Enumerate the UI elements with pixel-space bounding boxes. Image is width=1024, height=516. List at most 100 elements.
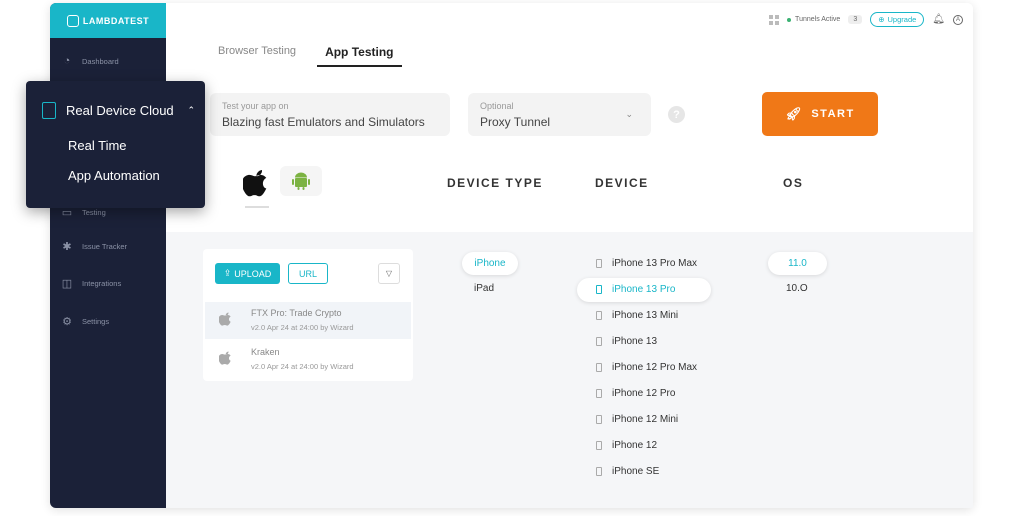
device-option[interactable]: iPhone 13 Mini [596,310,678,321]
chevron-up-icon[interactable]: ⌃ [187,105,195,116]
start-button[interactable]: 🚀︎ START [762,92,878,136]
sidebar-item-settings[interactable]: ⚙ Settings [60,315,110,328]
logo[interactable]: LAMBDATEST [50,3,166,38]
test-target-field[interactable]: Test your app on Blazing fast Emulators … [210,93,450,136]
tunnel-count-badge: 3 [848,15,863,24]
device-label: iPhone 13 [612,336,658,347]
device-label: iPhone 13 Mini [612,310,679,321]
menu-item-app-automation[interactable]: App Automation [68,168,160,183]
device-option[interactable]: iPhone 13 [596,336,657,347]
chevron-down-icon: ⌄ [625,109,633,119]
device-type-option-ipad[interactable]: iPad [474,283,494,294]
device-label: iPhone 12 Pro [612,388,676,399]
device-option-selected[interactable]: iPhone 13 Pro [596,284,675,295]
real-device-cloud-menu: Real Device Cloud ⌃ Real Time App Automa… [26,81,205,208]
upgrade-label: Upgrade [887,15,917,24]
os-header: OS [783,176,804,190]
device-option[interactable]: iPhone 12 Mini [596,414,678,425]
ios-tab-underline [245,206,269,208]
status-dot-icon [787,17,792,22]
integrations-icon: ◫ [61,277,73,290]
test-target-label: Test your app on [222,101,289,111]
lambdatest-logo-icon [66,14,79,27]
apple-icon [243,170,267,197]
apple-app-icon [218,349,233,371]
device-label: iPhone SE [612,466,660,477]
bug-icon: ✱ [62,240,72,253]
sidebar-item-label: Testing [82,207,106,217]
proxy-tunnel-label: Optional [480,101,514,111]
app-list-item[interactable]: FTX Pro: Trade Crypto v2.0 Apr 24 at 24:… [205,302,411,339]
proxy-tunnel-value: Proxy Tunnel [480,115,551,129]
gear-icon: ⚙ [62,315,72,328]
sidebar: LAMBDATEST ◔ Dashboard ▭ Testing ✱ Issue… [50,3,166,508]
test-target-value: Blazing fast Emulators and Simulators [222,115,425,129]
device-option[interactable]: iPhone 12 Pro Max [596,362,697,373]
upgrade-icon: ⊕ [878,15,885,24]
menu-title: Real Device Cloud [66,103,174,118]
app-name: FTX Pro: Trade Crypto [251,308,342,318]
upload-button[interactable]: ⇪ UPLOAD [215,263,280,284]
android-icon [292,172,310,190]
app-name: Kraken [251,347,280,357]
sidebar-item-label: Settings [82,316,110,326]
device-option[interactable]: iPhone SE [596,466,659,477]
phone-icon [596,441,602,450]
phone-icon [596,415,602,424]
device-option[interactable]: iPhone 12 [596,440,657,451]
proxy-tunnel-select[interactable]: Optional Proxy Tunnel ⌄ [468,93,651,136]
sidebar-item-label: Dashboard [82,56,119,66]
phone-icon [596,389,602,398]
tunnel-status-label: Tunnels Active [795,16,841,23]
help-icon[interactable]: ? [668,106,685,123]
bell-icon[interactable]: 🔔︎ [932,14,945,25]
upload-icon: ⇪ [223,268,232,278]
device-label: iPhone 13 Pro Max [612,258,698,269]
phone-icon [596,285,602,294]
app-meta: v2.0 Apr 24 at 24:00 by Wizard [251,323,354,332]
device-label: iPhone 12 [612,440,658,451]
sidebar-item-label: Issue Tracker [82,241,128,251]
apple-app-icon [218,310,233,332]
device-header: DEVICE [595,176,649,190]
filter-icon[interactable]: ▽ [378,263,400,284]
menu-item-real-time[interactable]: Real Time [68,138,127,153]
device-type-option-iphone[interactable]: iPhone [462,252,518,275]
app-list-item[interactable]: Kraken v2.0 Apr 24 at 24:00 by Wizard [205,341,411,378]
topbar: Tunnels Active 3 ⊕ Upgrade 🔔︎ A [166,3,973,38]
device-cloud-icon [42,102,56,119]
phone-icon [596,467,602,476]
device-label: iPhone 12 Mini [612,414,679,425]
phone-icon [596,259,602,268]
rocket-icon: 🚀︎ [785,106,804,121]
phone-icon [596,363,602,372]
upload-label: UPLOAD [234,268,272,279]
tab-bar: Browser Testing App Testing [218,45,402,67]
start-label: START [811,108,855,120]
gauge-icon: ◔ [63,55,71,67]
upgrade-button[interactable]: ⊕ Upgrade [870,12,925,27]
tab-app-testing[interactable]: App Testing [317,45,402,67]
sidebar-item-dashboard[interactable]: ◔ Dashboard [60,55,119,67]
sidebar-item-label: Integrations [82,278,122,288]
url-button[interactable]: URL [288,263,328,284]
os-option-selected[interactable]: 11.0 [768,252,827,275]
tunnel-status[interactable]: Tunnels Active [787,16,840,23]
user-avatar-icon[interactable]: A [953,14,963,25]
logo-text: LAMBDATEST [82,15,150,26]
device-type-header: DEVICE TYPE [447,176,543,190]
tab-browser-testing[interactable]: Browser Testing [218,45,296,67]
device-label: iPhone 12 Pro Max [612,362,698,373]
sidebar-item-integrations[interactable]: ◫ Integrations [60,277,122,290]
app-meta: v2.0 Apr 24 at 24:00 by Wizard [251,362,354,371]
device-option[interactable]: iPhone 13 Pro Max [596,258,697,269]
device-option[interactable]: iPhone 12 Pro [596,388,675,399]
apps-grid-icon[interactable] [769,14,780,25]
ios-tab[interactable] [234,162,280,208]
phone-icon [596,337,602,346]
sidebar-item-issue-tracker[interactable]: ✱ Issue Tracker [60,240,128,253]
device-label: iPhone 13 Pro [612,284,676,295]
os-option[interactable]: 10.O [786,283,808,294]
real-device-cloud-header[interactable]: Real Device Cloud [42,102,174,119]
android-tab[interactable] [280,166,322,196]
